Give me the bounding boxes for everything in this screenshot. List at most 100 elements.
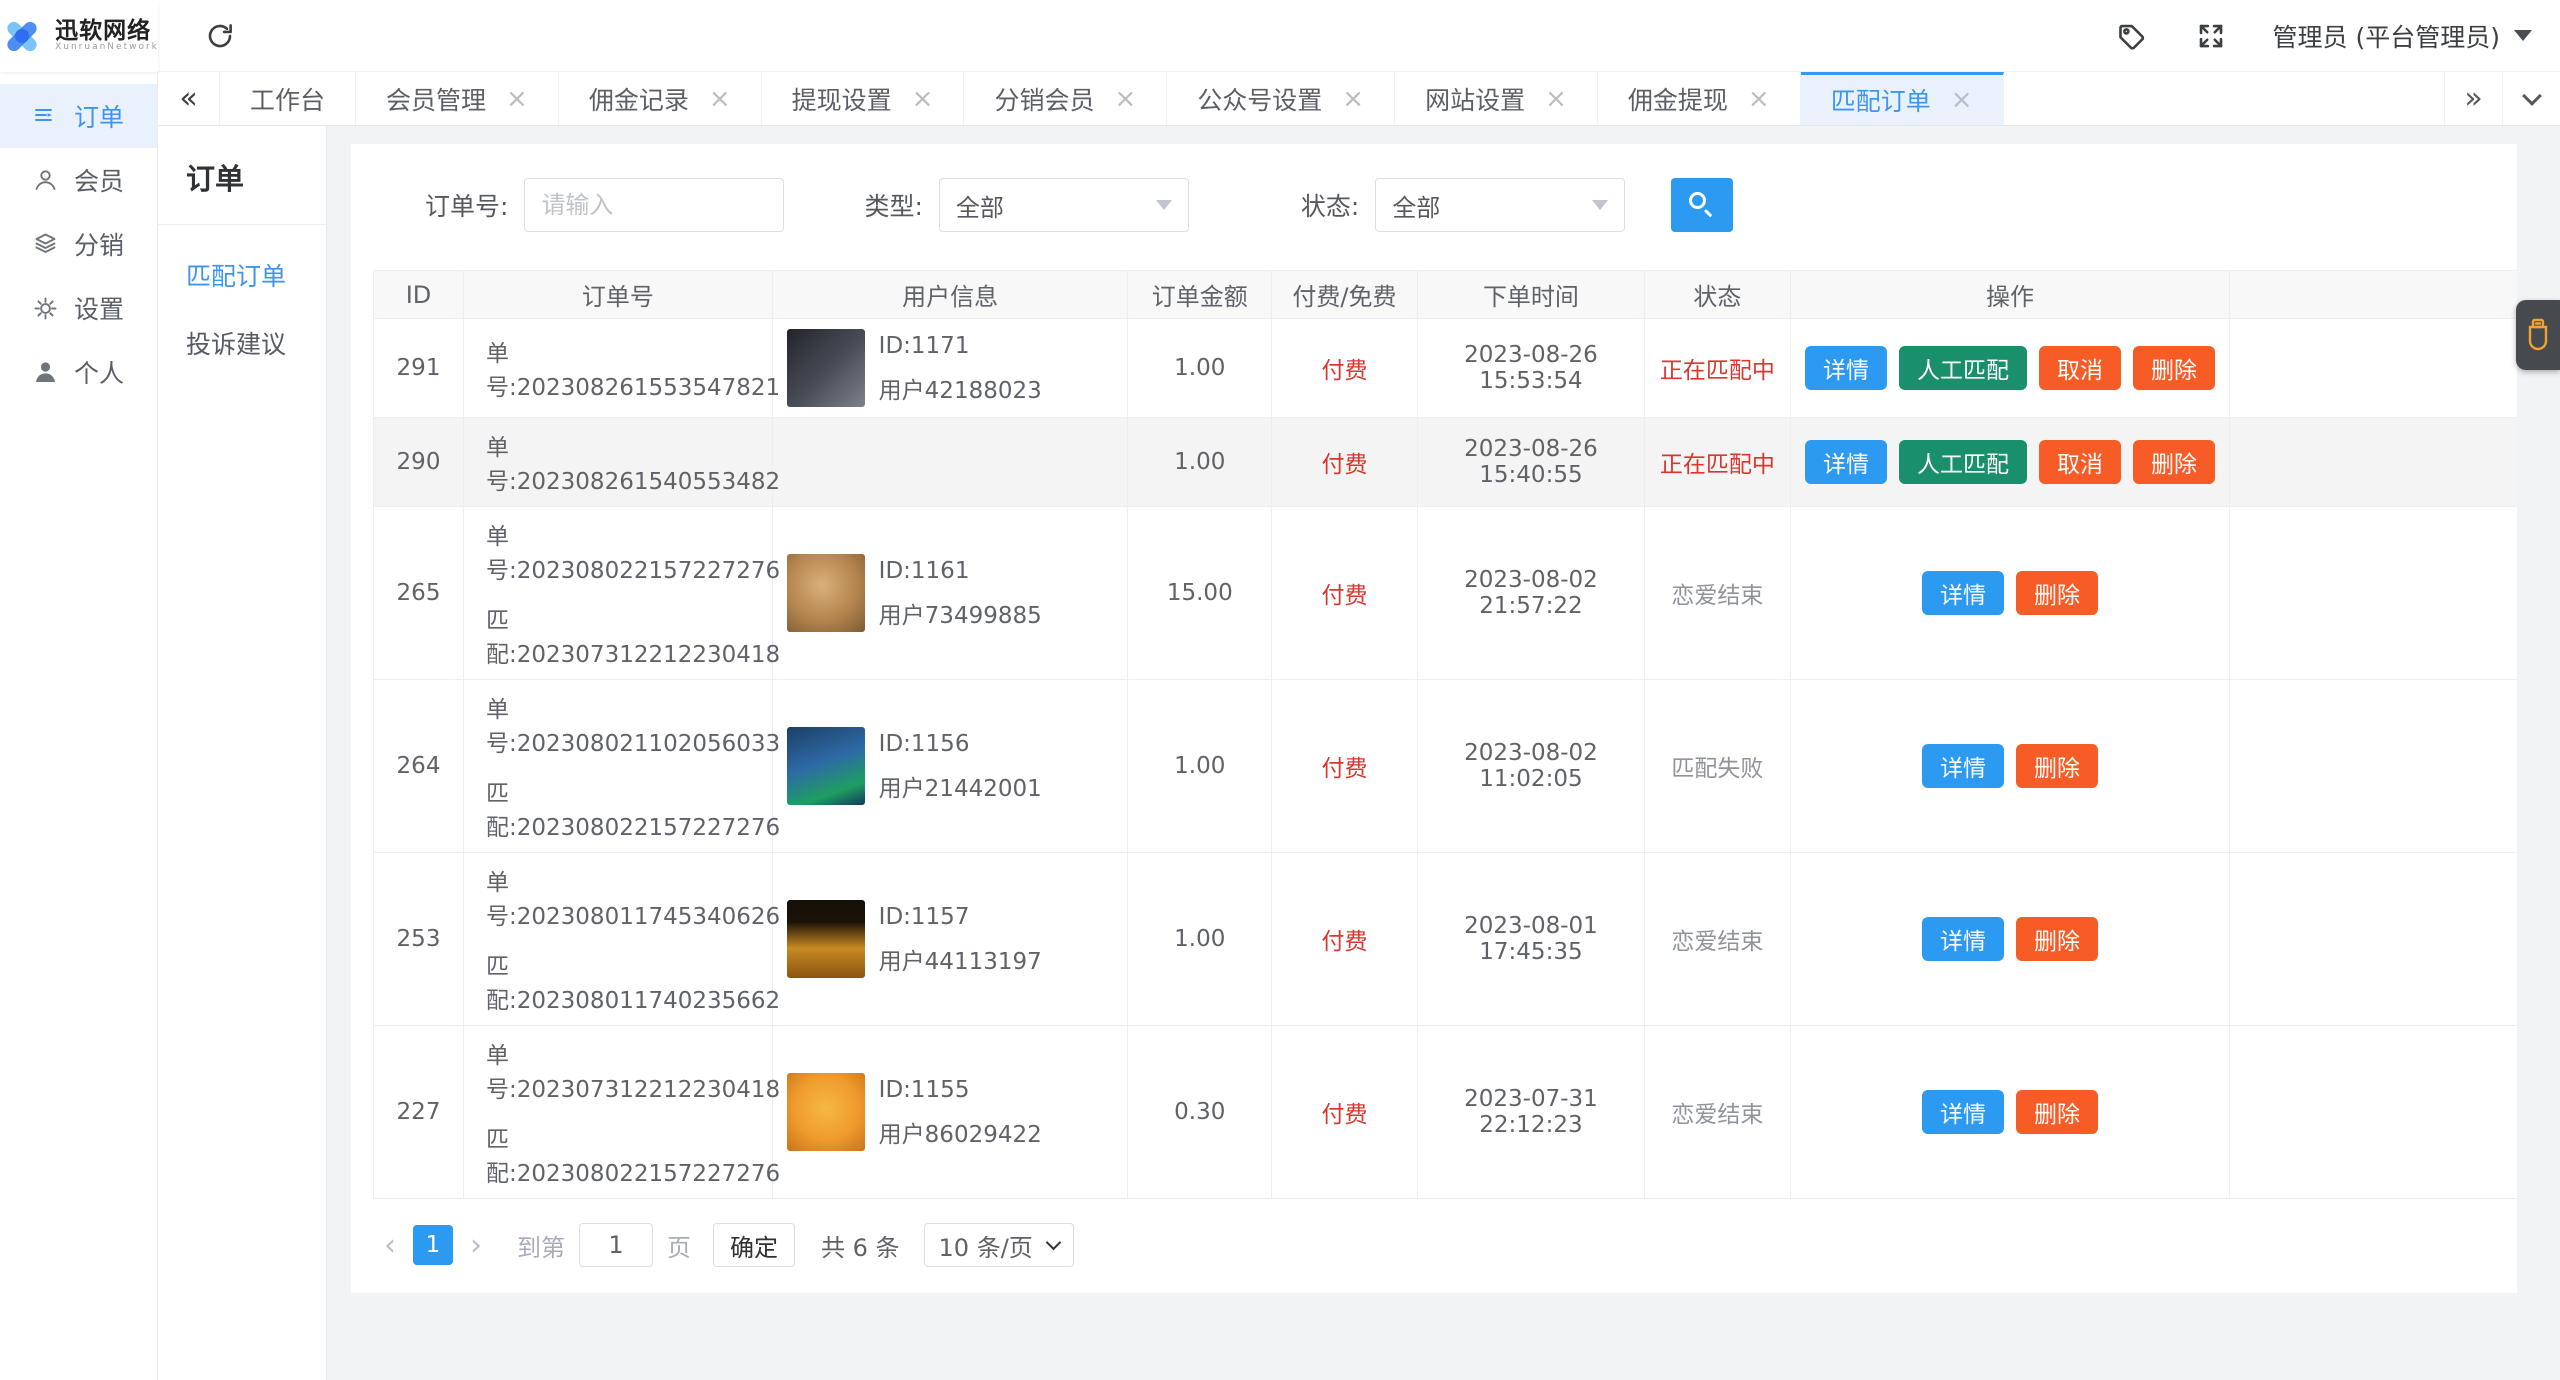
- tab-workbench[interactable]: 工作台: [220, 72, 357, 125]
- tab-close-icon[interactable]: ×: [912, 86, 934, 112]
- goto-confirm-button[interactable]: 确定: [713, 1223, 795, 1267]
- user-avatar-dog-photo: [786, 554, 865, 632]
- delete-button[interactable]: 删除: [2016, 1090, 2098, 1134]
- admin-menu[interactable]: 管理员 (平台管理员): [2273, 18, 2532, 54]
- detail-button[interactable]: 详情: [1922, 571, 2004, 615]
- cell-status: 恋爱结束: [1644, 1025, 1791, 1199]
- goto-page-input[interactable]: [579, 1223, 653, 1267]
- submenu-item-complaints[interactable]: 投诉建议: [158, 293, 326, 361]
- page-1-button[interactable]: 1: [413, 1225, 453, 1265]
- select-caret-icon: [1155, 200, 1172, 210]
- tabs-more-button[interactable]: »: [2444, 72, 2502, 125]
- tool-icon: [2528, 318, 2548, 351]
- user-avatar-female-portrait: [786, 329, 865, 407]
- cell-status: 正在匹配中: [1644, 417, 1791, 507]
- tab-close-icon[interactable]: ×: [1748, 86, 1770, 112]
- sidebar-item-members[interactable]: 会员: [0, 148, 157, 212]
- cell-actions: 详情 删除: [1789, 506, 2230, 680]
- refresh-button[interactable]: [198, 14, 242, 58]
- select-caret-icon: [1592, 200, 1609, 210]
- cell-order-time: 2023-08-02 11:02:05: [1416, 679, 1645, 853]
- status-badge: 恋爱结束: [1671, 583, 1764, 609]
- cell-order-no: 单号:202308261553547821: [463, 318, 780, 418]
- sidebar-item-label: 分销: [74, 231, 125, 260]
- floating-tool-button[interactable]: [2516, 300, 2560, 370]
- chevron-down-icon: [1045, 1234, 1061, 1251]
- tab-commission-withdraw[interactable]: 佣金提现 ×: [1598, 72, 1801, 125]
- tab-official-account-settings[interactable]: 公众号设置 ×: [1167, 72, 1396, 125]
- cell-actions: 详情 人工匹配 取消 删除: [1789, 417, 2230, 507]
- submenu-title: 订单: [186, 162, 245, 196]
- cancel-button[interactable]: 取消: [2039, 440, 2121, 484]
- detail-button[interactable]: 详情: [1922, 917, 2004, 961]
- cell-filler: [2229, 852, 2517, 1026]
- detail-button[interactable]: 详情: [1922, 1090, 2004, 1134]
- brand-subtitle: XunruanNetwork: [55, 41, 159, 52]
- fullscreen-button[interactable]: [2189, 14, 2233, 58]
- match-orders-card: 订单号: 类型: 全部 状态: 全部: [351, 144, 2517, 1293]
- pay-type-badge: 付费: [1321, 583, 1368, 609]
- next-page-button[interactable]: ›: [459, 1228, 493, 1263]
- filter-bar: 订单号: 类型: 全部 状态: 全部: [351, 144, 2517, 232]
- tab-commission-records[interactable]: 佣金记录 ×: [559, 72, 762, 125]
- tab-close-icon[interactable]: ×: [709, 86, 731, 112]
- search-icon: [1689, 192, 1715, 218]
- user-meta: ID:1161 用户73499885: [865, 554, 1042, 632]
- user-meta: ID:1171 用户42188023: [865, 329, 1042, 407]
- search-button[interactable]: [1671, 178, 1734, 232]
- tab-close-icon[interactable]: ×: [1545, 86, 1567, 112]
- cell-pay-type: 付费: [1271, 417, 1418, 507]
- delete-button[interactable]: 删除: [2133, 440, 2215, 484]
- tab-distribution-members[interactable]: 分销会员 ×: [964, 72, 1168, 125]
- user-info: ID:1161 用户73499885: [786, 554, 1116, 632]
- tag-button[interactable]: [2109, 14, 2153, 58]
- column-header: 订单金额: [1127, 270, 1273, 319]
- prev-page-button[interactable]: ‹: [373, 1228, 407, 1263]
- cell-user-info: ID:1161 用户73499885: [771, 506, 1128, 680]
- tabs-collapse-button[interactable]: «: [158, 72, 220, 125]
- cancel-button[interactable]: 取消: [2039, 346, 2121, 390]
- detail-button[interactable]: 详情: [1805, 346, 1887, 390]
- order-no-lines: 单号:202308011745340626 匹配:2023080117402356…: [486, 863, 780, 1015]
- manual-match-button[interactable]: 人工匹配: [1899, 346, 2027, 390]
- type-select[interactable]: 全部: [938, 178, 1189, 232]
- tab-withdraw-settings[interactable]: 提现设置 ×: [762, 72, 965, 125]
- brand-name: 迅软网络: [55, 17, 152, 44]
- order-no-lines: 单号:202308261553547821: [486, 334, 780, 402]
- column-header: ID: [372, 270, 465, 319]
- tab-close-icon[interactable]: ×: [1114, 86, 1136, 112]
- cell-status: 恋爱结束: [1644, 506, 1791, 680]
- column-header: 下单时间: [1416, 270, 1646, 319]
- user-info: ID:1171 用户42188023: [786, 329, 1116, 407]
- delete-button[interactable]: 删除: [2016, 571, 2098, 615]
- user-number: 用户86029422: [878, 1122, 1042, 1148]
- tab-match-orders[interactable]: 匹配订单 ×: [1800, 72, 2004, 125]
- delete-button[interactable]: 删除: [2133, 346, 2215, 390]
- submenu-item-match-orders[interactable]: 匹配订单: [158, 225, 326, 293]
- sidebar-item-settings[interactable]: 设置: [0, 276, 157, 340]
- status-select-value: 全部: [1392, 193, 1441, 222]
- cell-id: 291: [372, 318, 464, 418]
- type-select-value: 全部: [955, 193, 1004, 222]
- tab-close-icon[interactable]: ×: [506, 86, 528, 112]
- order-no-lines: 单号:202307312212230418 匹配:2023080221572272…: [486, 1036, 780, 1188]
- cell-id: 253: [372, 852, 464, 1026]
- status-select[interactable]: 全部: [1375, 178, 1626, 232]
- tab-list: 工作台 会员管理 × 佣金记录 × 提现设置 × 分销会员 × 公众号设置 × 网站设置 × 佣金提现 × 匹…: [220, 72, 2444, 125]
- delete-button[interactable]: 删除: [2016, 917, 2098, 961]
- tab-website-settings[interactable]: 网站设置 ×: [1395, 72, 1598, 125]
- tabs-dropdown-button[interactable]: [2502, 72, 2560, 125]
- sidebar-item-profile[interactable]: 个人: [0, 340, 157, 404]
- detail-button[interactable]: 详情: [1805, 440, 1887, 484]
- sidebar-item-orders[interactable]: 订单: [0, 84, 157, 148]
- detail-button[interactable]: 详情: [1922, 744, 2004, 788]
- delete-button[interactable]: 删除: [2016, 744, 2098, 788]
- tab-close-icon[interactable]: ×: [1951, 87, 1973, 113]
- tab-close-icon[interactable]: ×: [1342, 86, 1364, 112]
- manual-match-button[interactable]: 人工匹配: [1899, 440, 2027, 484]
- cell-filler: [2229, 318, 2517, 418]
- tab-member-management[interactable]: 会员管理 ×: [356, 72, 559, 125]
- sidebar-item-distribution[interactable]: 分销: [0, 212, 157, 276]
- order-no-input[interactable]: [524, 178, 785, 232]
- per-page-select[interactable]: 10 条/页: [923, 1223, 1074, 1267]
